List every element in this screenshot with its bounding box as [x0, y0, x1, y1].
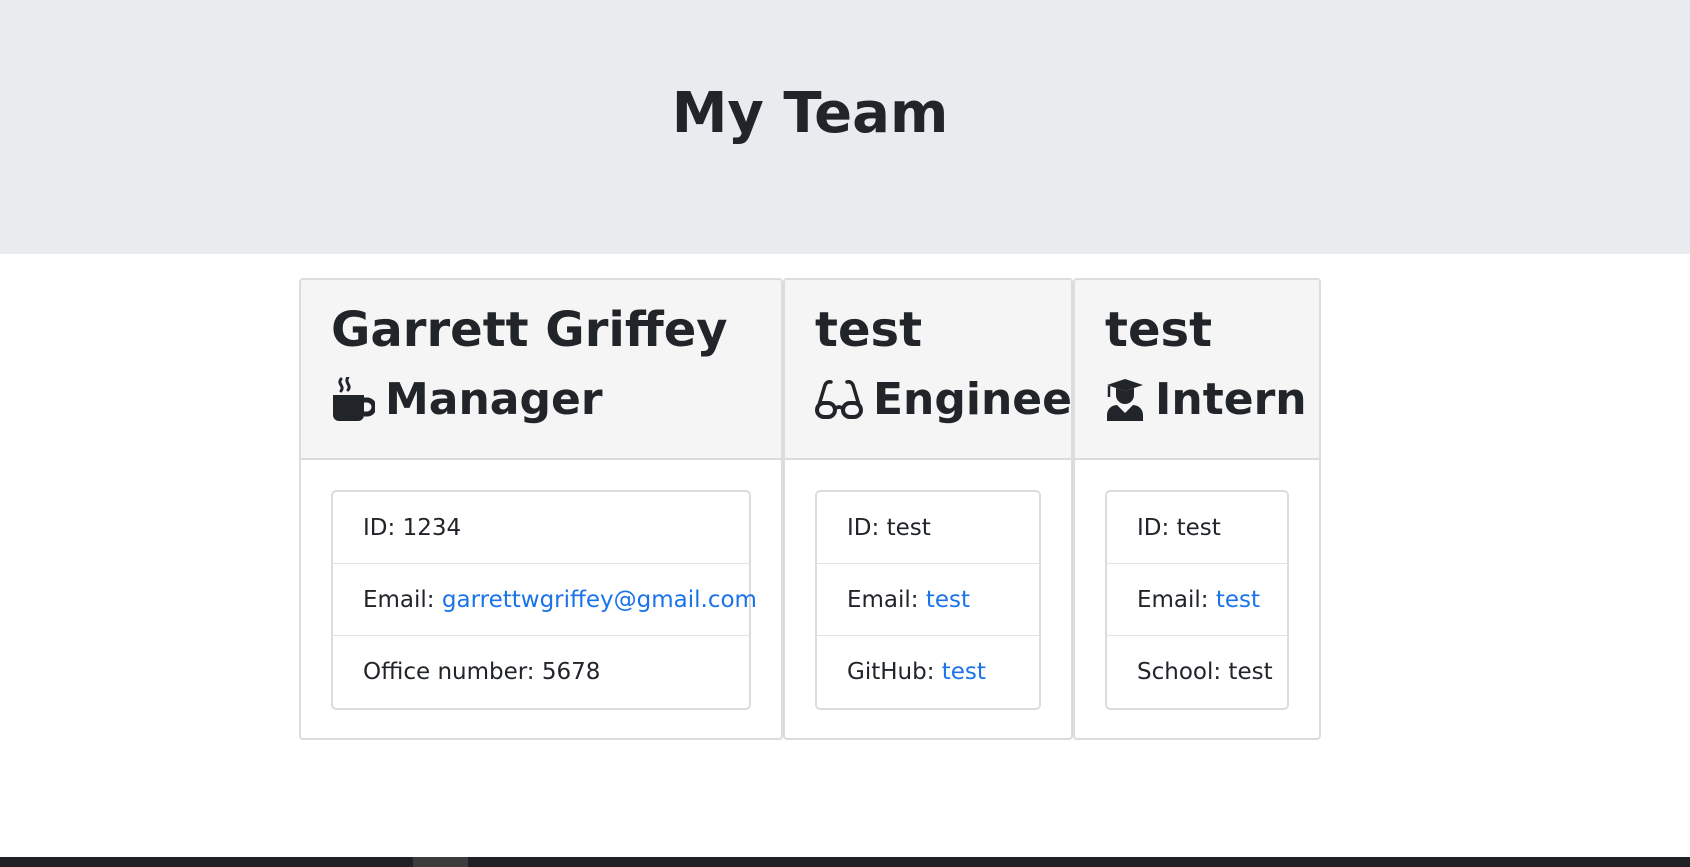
- glasses-icon: [815, 380, 863, 419]
- page-title: My Team: [671, 81, 949, 146]
- employee-name: test: [1105, 302, 1213, 358]
- jumbotron-header: My Team: [0, 0, 1690, 254]
- school-label: School:: [1137, 659, 1222, 685]
- email-link[interactable]: test: [1216, 587, 1260, 613]
- github-link[interactable]: test: [942, 659, 986, 685]
- id-value: test: [1176, 514, 1221, 541]
- taskbar-active-item[interactable]: [413, 857, 468, 867]
- employee-card-engineer: test Engineer ID: test Email: test GitHu…: [783, 278, 1073, 740]
- id-label: ID:: [1137, 514, 1170, 541]
- id-label: ID:: [363, 514, 396, 541]
- list-item-email: Email: test: [1107, 564, 1287, 636]
- employee-role: Intern: [1105, 370, 1307, 430]
- info-list: ID: test Email: test School: test: [1105, 490, 1289, 710]
- office-number-label: Office number:: [363, 659, 535, 685]
- list-item-school: School: test: [1107, 636, 1287, 708]
- role-label: Intern: [1155, 374, 1307, 425]
- list-item-office-number: Office number: 5678: [333, 636, 749, 708]
- role-label: Manager: [385, 374, 603, 425]
- employee-name: test: [815, 302, 923, 358]
- role-label: Engineer: [873, 374, 1073, 425]
- employee-role: Engineer: [815, 370, 1073, 430]
- list-item-id: ID: 1234: [333, 492, 749, 564]
- info-list: ID: 1234 Email: garrettwgriffey@gmail.co…: [331, 490, 757, 710]
- office-number-value: 5678: [541, 659, 601, 685]
- email-link[interactable]: garrettwgriffey@gmail.com: [442, 587, 757, 613]
- email-link[interactable]: test: [926, 587, 970, 613]
- github-label: GitHub:: [847, 659, 935, 685]
- card-header: test Engineer: [785, 280, 1071, 460]
- id-value: 1234: [402, 514, 462, 541]
- list-item-email: Email: test: [817, 564, 1039, 636]
- id-value: test: [886, 514, 931, 541]
- card-header: test Intern: [1075, 280, 1319, 460]
- info-list: ID: test Email: test GitHub: test: [815, 490, 1041, 710]
- employee-role: Manager: [331, 370, 603, 430]
- list-item-id: ID: test: [817, 492, 1039, 564]
- taskbar-strip: [0, 857, 1690, 867]
- list-item-github: GitHub: test: [817, 636, 1039, 708]
- mug-icon: [333, 377, 375, 421]
- email-label: Email:: [363, 586, 435, 613]
- school-value: test: [1228, 659, 1273, 685]
- email-label: Email:: [1137, 586, 1209, 613]
- list-item-email: Email: garrettwgriffey@gmail.com: [333, 564, 757, 636]
- employee-card-intern: test Intern ID: test Email: test School:…: [1073, 278, 1321, 740]
- email-label: Email:: [847, 586, 919, 613]
- employee-name: Garrett Griffey: [331, 302, 728, 358]
- employee-card-manager: Garrett Griffey Manager ID: 1234 Email: …: [299, 278, 783, 740]
- graduate-icon: [1107, 379, 1143, 421]
- list-item-id: ID: test: [1107, 492, 1287, 564]
- card-header: Garrett Griffey Manager: [301, 280, 781, 460]
- id-label: ID:: [847, 514, 880, 541]
